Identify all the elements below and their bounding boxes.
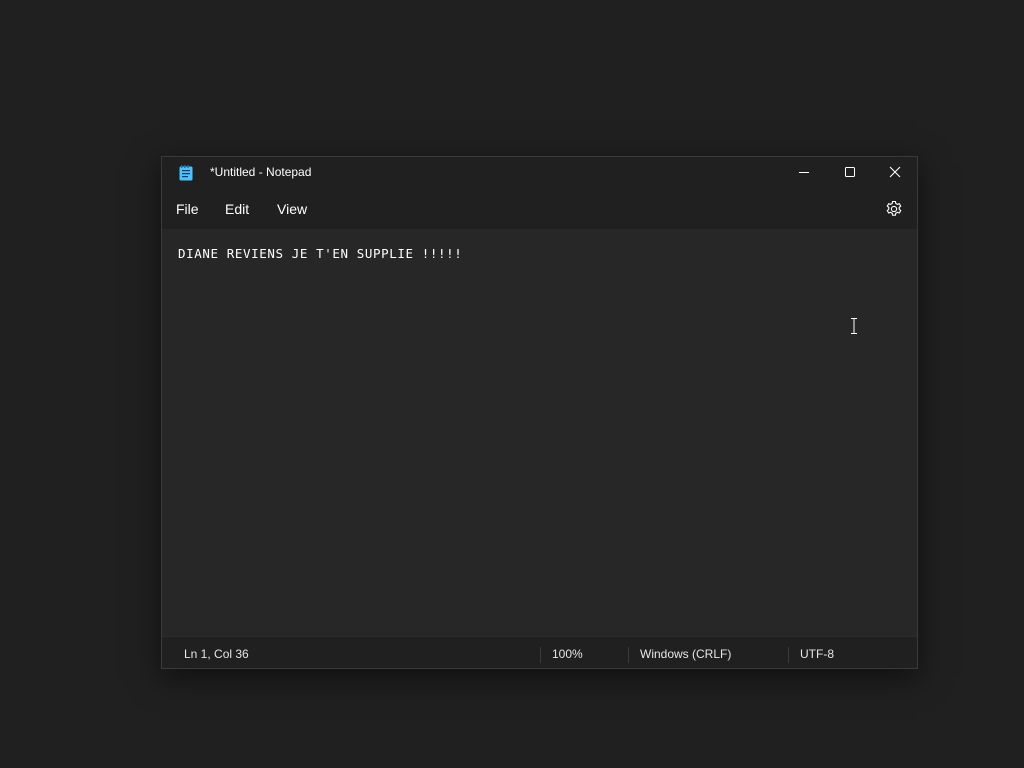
menu-bar: File Edit View — [162, 189, 917, 229]
menu-edit[interactable]: Edit — [225, 201, 249, 217]
i-beam-cursor-icon — [851, 318, 857, 334]
maximize-button[interactable] — [827, 157, 873, 187]
close-button[interactable] — [872, 157, 917, 187]
status-divider — [628, 647, 629, 663]
window-title: *Untitled - Notepad — [210, 165, 312, 179]
notepad-icon — [179, 165, 193, 181]
editor-content[interactable]: DIANE REVIENS JE T'EN SUPPLIE !!!!! — [178, 246, 462, 261]
line-ending[interactable]: Windows (CRLF) — [640, 647, 731, 661]
zoom-level[interactable]: 100% — [552, 647, 583, 661]
notepad-window: *Untitled - Notepad File Edit View DIANE… — [161, 156, 918, 669]
menu-view[interactable]: View — [277, 201, 307, 217]
desktop-background: *Untitled - Notepad File Edit View DIANE… — [0, 0, 1024, 768]
status-divider — [788, 647, 789, 663]
minimize-icon — [799, 172, 809, 173]
close-icon — [889, 166, 901, 178]
maximize-icon — [845, 167, 855, 177]
menu-file[interactable]: File — [176, 201, 199, 217]
encoding[interactable]: UTF-8 — [800, 647, 834, 661]
status-bar: Ln 1, Col 36 100% Windows (CRLF) UTF-8 — [162, 636, 917, 668]
title-bar[interactable]: *Untitled - Notepad — [162, 157, 917, 189]
text-editor[interactable]: DIANE REVIENS JE T'EN SUPPLIE !!!!! — [162, 229, 917, 636]
status-divider — [540, 647, 541, 663]
minimize-button[interactable] — [781, 157, 827, 187]
cursor-position: Ln 1, Col 36 — [184, 647, 249, 661]
gear-icon[interactable] — [884, 199, 904, 219]
